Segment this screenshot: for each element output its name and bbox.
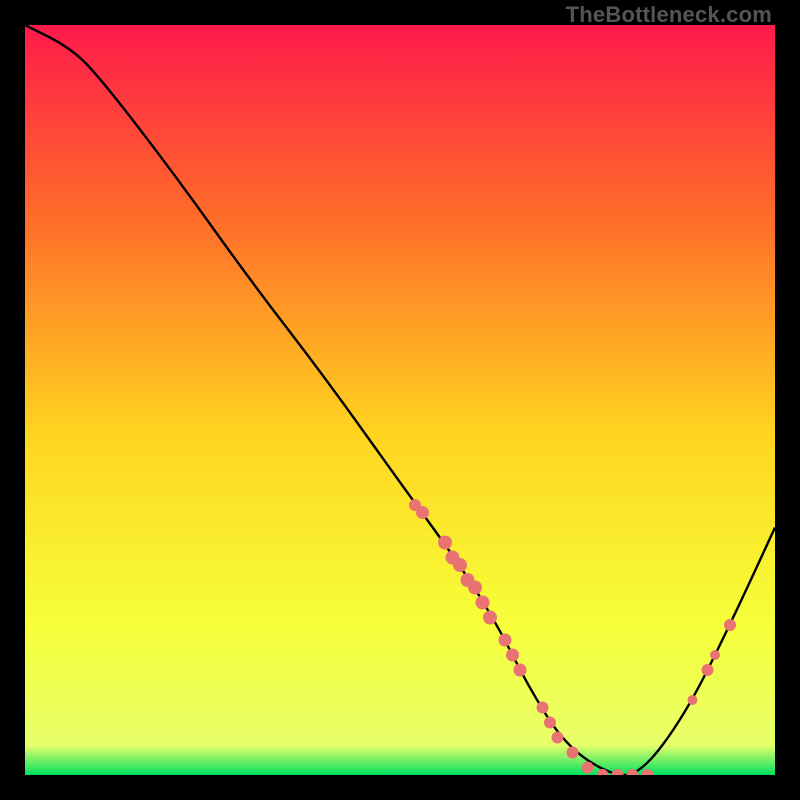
data-marker xyxy=(476,596,490,610)
data-marker xyxy=(438,536,452,550)
data-marker xyxy=(710,650,720,660)
data-marker xyxy=(724,619,736,631)
chart-container xyxy=(25,25,775,775)
data-marker xyxy=(499,634,512,647)
data-marker xyxy=(537,702,549,714)
data-marker xyxy=(688,695,698,705)
bottleneck-chart xyxy=(25,25,775,775)
data-marker xyxy=(544,717,556,729)
chart-background xyxy=(25,25,775,775)
data-marker xyxy=(453,558,467,572)
data-marker xyxy=(416,506,429,519)
data-marker xyxy=(468,581,482,595)
data-marker xyxy=(702,664,714,676)
data-marker xyxy=(506,649,519,662)
data-marker xyxy=(552,732,564,744)
data-marker xyxy=(567,747,579,759)
data-marker xyxy=(582,762,594,774)
data-marker xyxy=(483,611,497,625)
data-marker xyxy=(514,664,527,677)
